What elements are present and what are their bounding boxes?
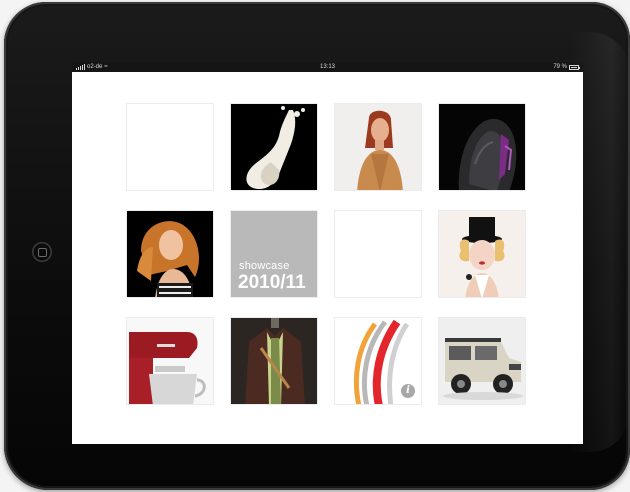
offroad-vehicle-image — [439, 318, 525, 404]
showcase-label: showcase — [239, 260, 290, 272]
milk-splash-image — [246, 106, 305, 190]
top-hat-model-image — [459, 217, 505, 297]
tile-logo-info[interactable]: i — [334, 317, 422, 405]
tile-empty-2[interactable] — [334, 210, 422, 298]
home-button[interactable] — [32, 242, 52, 262]
tile-woman-portrait[interactable] — [334, 103, 422, 191]
tile-showcase[interactable]: showcase 2010/11 — [230, 210, 318, 298]
tile-top-hat-model[interactable] — [438, 210, 526, 298]
tile-redhead-model[interactable] — [126, 210, 214, 298]
tile-fur-texture[interactable] — [438, 103, 526, 191]
info-icon[interactable]: i — [401, 384, 415, 398]
screen: o2-de ≈ 13:13 79 % showcase 2010/11 i — [72, 62, 583, 444]
ipad-frame: o2-de ≈ 13:13 79 % showcase 2010/11 i — [4, 2, 630, 490]
tile-jacket[interactable] — [230, 317, 318, 405]
tile-stand-mixer[interactable] — [126, 317, 214, 405]
fur-texture-image — [458, 118, 517, 190]
battery-icon — [569, 64, 580, 70]
woman-portrait-image — [335, 104, 421, 190]
status-bar: o2-de ≈ 13:13 79 % — [72, 62, 583, 72]
stand-mixer-image — [129, 332, 206, 404]
status-time: 13:13 — [319, 64, 335, 70]
battery-percent: 79 % — [553, 64, 567, 70]
tile-offroad-vehicle[interactable] — [438, 317, 526, 405]
tile-empty-1[interactable] — [126, 103, 214, 191]
showcase-year: 2010/11 — [238, 272, 306, 293]
jacket-image — [231, 318, 317, 404]
home-button-square-icon — [38, 248, 47, 257]
tile-milk-splash[interactable] — [230, 103, 318, 191]
redhead-model-image — [137, 221, 199, 297]
